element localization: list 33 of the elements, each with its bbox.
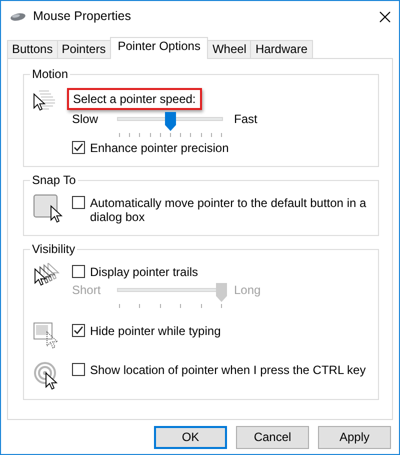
checkbox[interactable] (72, 141, 85, 154)
tab[interactable]: Hardware (250, 40, 312, 58)
tab[interactable]: Pointer Options (110, 37, 208, 59)
window-title: Mouse Properties (33, 9, 132, 24)
slider-thumb[interactable] (165, 112, 176, 132)
group-title: Motion (30, 67, 70, 82)
default-button[interactable]: OK (154, 426, 227, 448)
long-label: Long (234, 283, 261, 298)
close-icon[interactable] (379, 10, 391, 22)
group-title: Visibility (30, 242, 78, 256)
checkbox-label: Automatically move pointer to the default button in a dialog box (90, 196, 368, 225)
slider-track[interactable] (114, 283, 226, 310)
checkbox[interactable] (72, 363, 85, 376)
speed-label: Select a pointer speed: (67, 88, 202, 110)
checkbox[interactable] (72, 196, 85, 209)
dialog-button[interactable]: Cancel (236, 426, 309, 448)
dialog-button[interactable]: Apply (318, 426, 391, 448)
mouse-icon (10, 12, 26, 22)
short-label: Short (72, 283, 102, 298)
checkbox[interactable] (72, 264, 85, 278)
group-title: Snap To (30, 172, 78, 188)
tab[interactable]: Wheel (207, 40, 252, 58)
checkbox[interactable] (72, 324, 85, 338)
slider-track[interactable] (114, 112, 226, 138)
tab[interactable]: Buttons (7, 40, 58, 58)
checkbox-label: Display pointer trails (90, 264, 198, 280)
slow-label: Slow (72, 112, 100, 127)
checkbox-label: Enhance pointer precision (90, 141, 229, 156)
tab[interactable]: Pointers (56, 40, 111, 58)
fast-label: Fast (234, 112, 258, 127)
hidden-pointer-icon (33, 322, 59, 350)
checkbox-label: Hide pointer while typing (90, 324, 221, 339)
checkbox-label: Show location of pointer when I press the CTRL key (90, 363, 366, 378)
